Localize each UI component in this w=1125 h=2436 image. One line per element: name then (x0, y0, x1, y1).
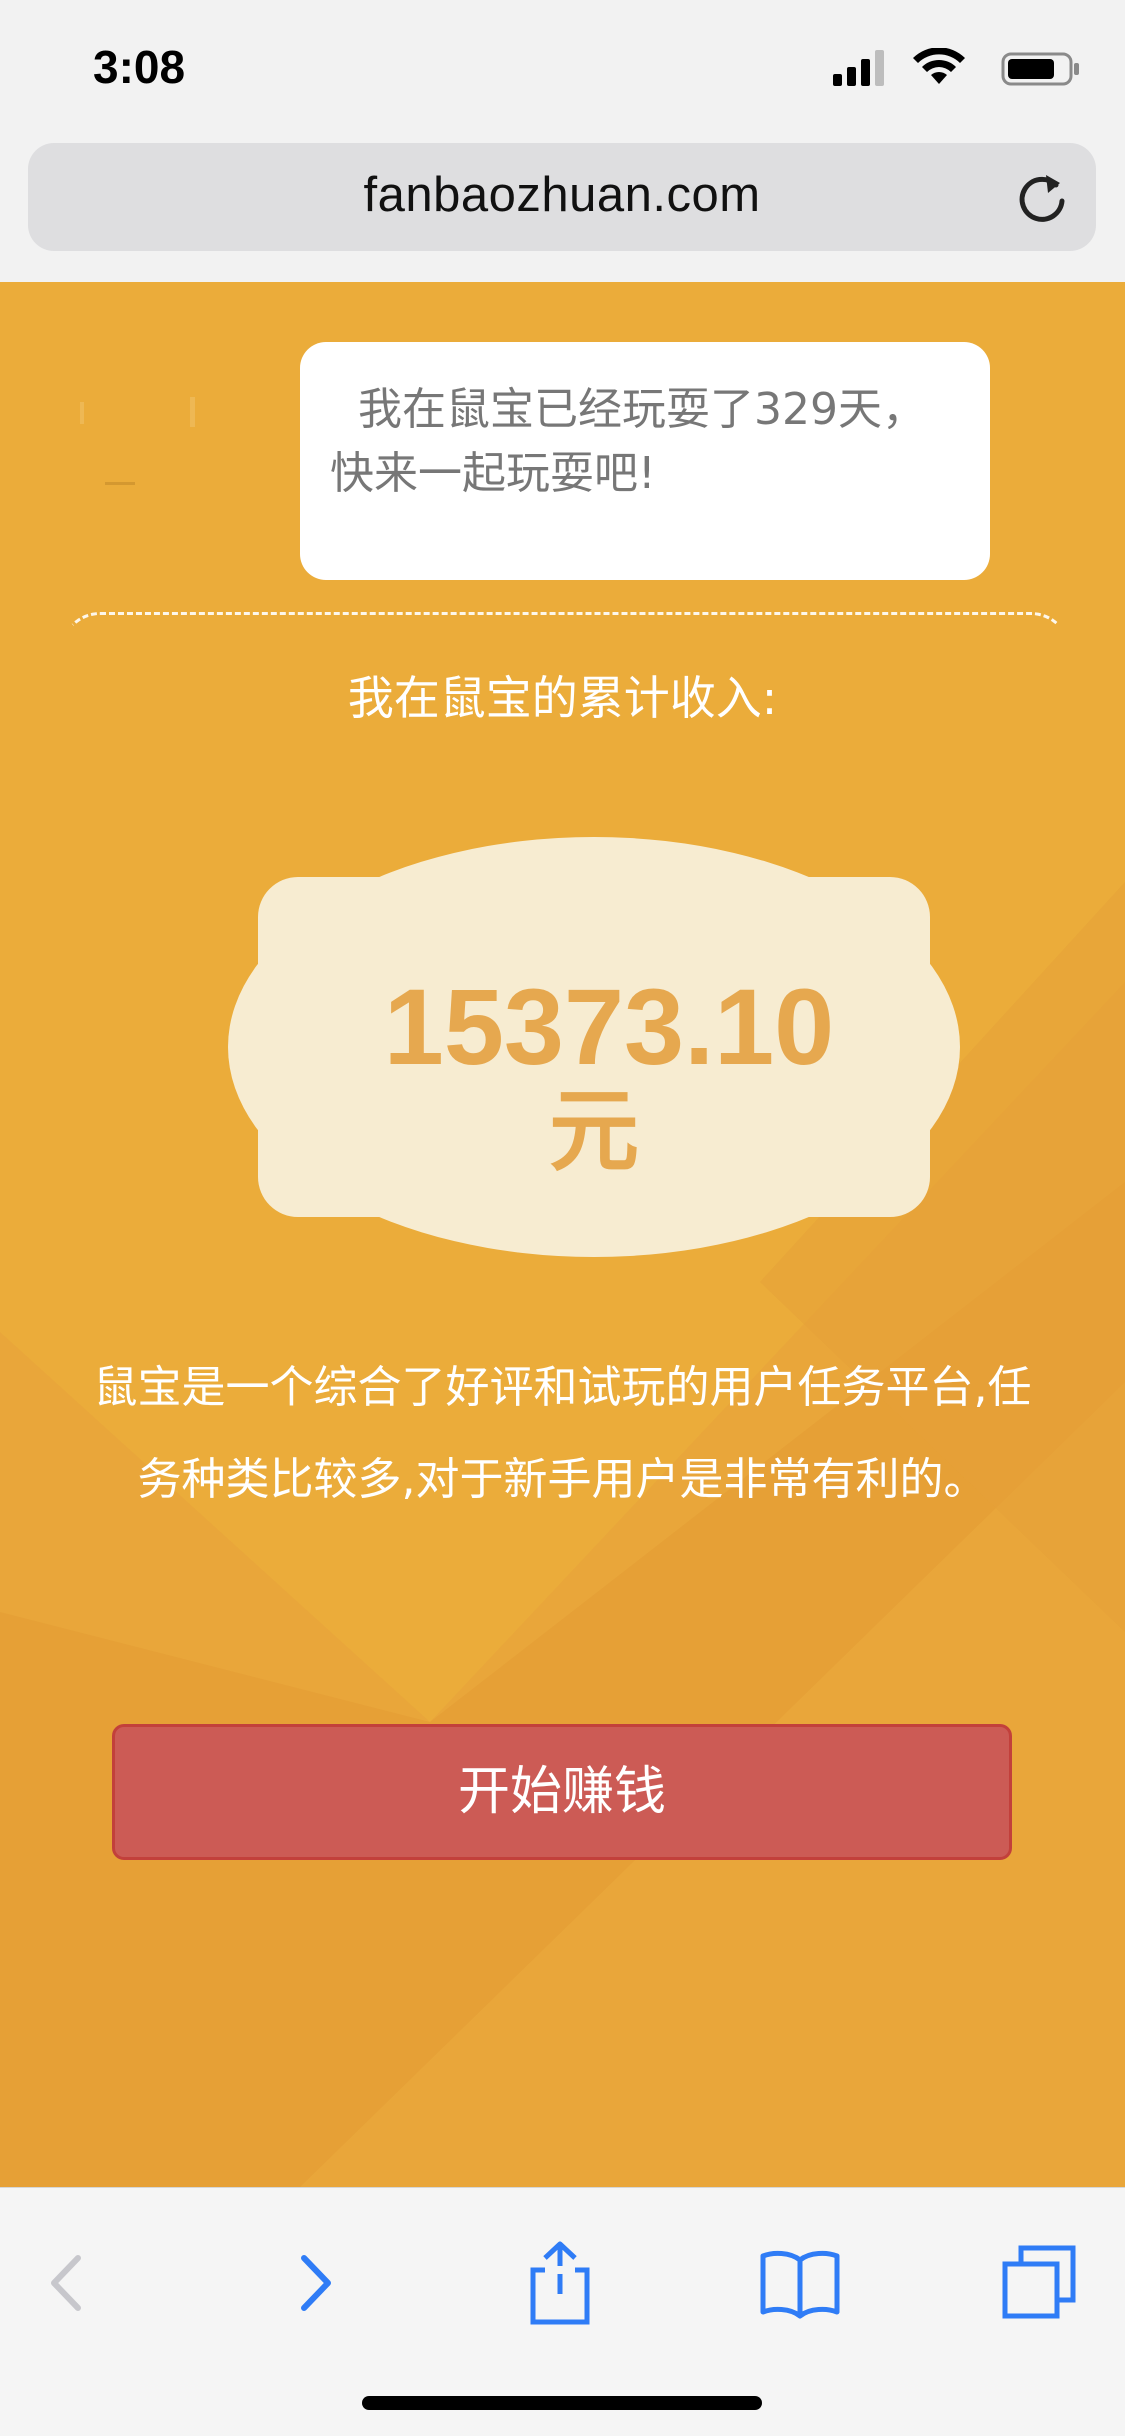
amount-value: 15373.10 (383, 966, 835, 1087)
avatar (60, 342, 260, 522)
reload-icon[interactable] (1010, 165, 1074, 229)
status-icons (781, 48, 1081, 88)
cellular-signal-icon (833, 50, 884, 86)
speech-bubble-text: 我在鼠宝已经玩耍了329天，快来一起玩耍吧! (330, 384, 926, 499)
address-bar[interactable]: fanbaozhuan.com (28, 143, 1096, 251)
status-time: 3:08 (93, 41, 186, 93)
screen: 3:08 fanbaozhuan.com 我在鼠宝已经玩耍了329天，快来一起玩… (0, 0, 1125, 2436)
url-text[interactable]: fanbaozhuan.com (28, 167, 1096, 223)
status-bar: 3:08 (0, 0, 1125, 135)
share-icon[interactable] (515, 2238, 605, 2328)
amount-unit: 元 (549, 1079, 639, 1184)
home-indicator[interactable] (362, 2396, 762, 2410)
speech-bubble: 我在鼠宝已经玩耍了329天，快来一起玩耍吧! (300, 342, 990, 580)
wifi-icon (913, 48, 965, 84)
tabs-icon[interactable] (995, 2238, 1085, 2328)
start-earning-button[interactable]: 开始赚钱 (112, 1724, 1012, 1860)
platform-description: 鼠宝是一个综合了好评和试玩的用户任务平台,任务种类比较多,对于新手用户是非常有利… (93, 1362, 1032, 1505)
bookmarks-icon[interactable] (755, 2238, 845, 2328)
battery-icon (1001, 52, 1079, 86)
web-content: 我在鼠宝已经玩耍了329天，快来一起玩耍吧! 我在鼠宝的累计收入: 15373.… (0, 282, 1125, 2187)
back-icon[interactable] (20, 2238, 110, 2328)
income-label: 我在鼠宝的累计收入: (347, 671, 778, 725)
forward-icon[interactable] (270, 2238, 360, 2328)
